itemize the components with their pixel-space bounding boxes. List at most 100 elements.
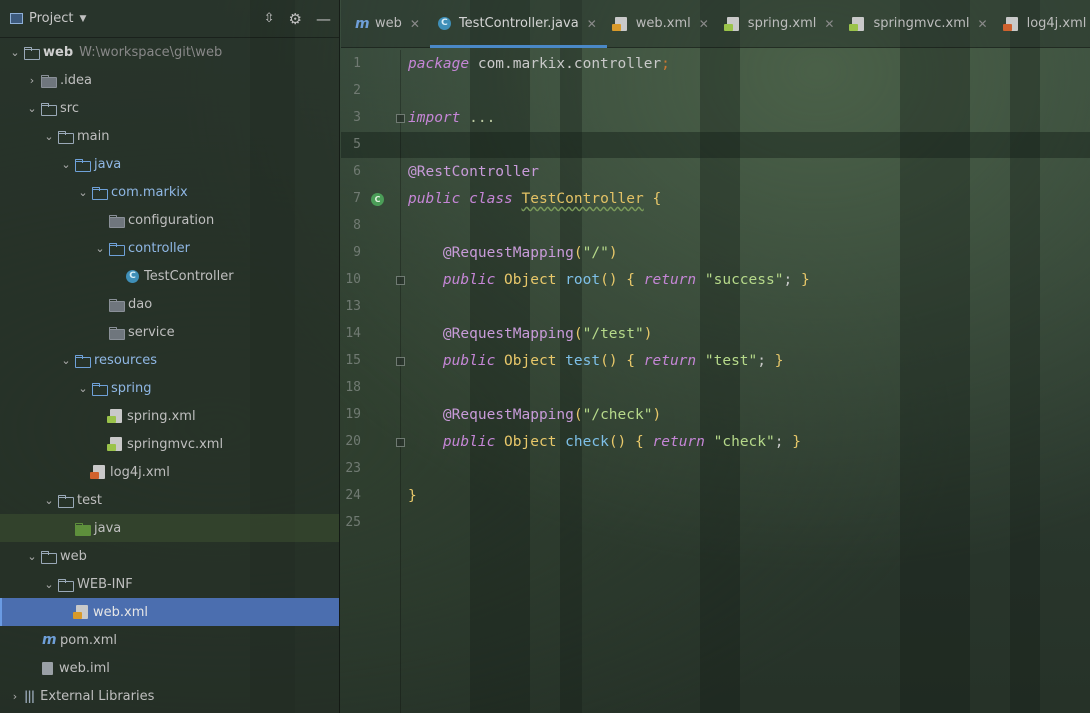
tree-item-spring[interactable]: ⌄ spring (0, 374, 339, 402)
tree-item-label: External Libraries (40, 688, 155, 704)
line-number: 2 (353, 83, 361, 98)
collapse-all-icon[interactable]: ⇳ (264, 11, 275, 26)
tree-item-pom-xml[interactable]: m pom.xml (0, 626, 339, 654)
tree-item-configuration[interactable]: configuration (0, 206, 339, 234)
tree-item-web-project[interactable]: ⌄ web W:\workspace\git\web (0, 38, 339, 66)
tab-web-xml[interactable]: web.xml ✕ (607, 0, 719, 48)
web-xml-icon (73, 605, 88, 619)
spring-xml-icon (723, 16, 739, 31)
chevron-down-icon[interactable]: ⌄ (42, 578, 56, 591)
tab-web[interactable]: m web ✕ (347, 0, 430, 48)
line-number: 10 (345, 272, 361, 287)
close-icon[interactable]: ✕ (824, 17, 834, 31)
gear-icon[interactable]: ⚙ (289, 10, 302, 28)
tab-springmvc-xml[interactable]: springmvc.xml ✕ (844, 0, 997, 48)
tree-item-service[interactable]: service (0, 318, 339, 346)
package-icon (92, 186, 108, 200)
editor: m web ✕ C TestController.java ✕ web.xml … (341, 0, 1090, 713)
tree-item-label: springmvc.xml (127, 436, 224, 452)
line-number: 1 (353, 56, 361, 71)
spring-bean-icon[interactable]: C (371, 193, 384, 206)
minimize-icon[interactable]: — (316, 10, 331, 28)
tree-item-label: main (77, 128, 110, 144)
tab-log4j-xml[interactable]: log4j.xml (998, 0, 1090, 48)
tab-testcontroller[interactable]: C TestController.java ✕ (429, 0, 607, 48)
tree-item-web-iml[interactable]: web.iml (0, 654, 339, 682)
test-folder-icon (75, 522, 91, 536)
chevron-down-icon[interactable]: ⌄ (25, 102, 39, 115)
tree-item-java[interactable]: ⌄ java (0, 150, 339, 178)
tree-item-label: log4j.xml (110, 464, 170, 480)
chevron-down-icon[interactable]: ⌄ (59, 354, 73, 367)
chevron-right-icon[interactable]: › (25, 74, 39, 87)
close-icon[interactable]: ✕ (587, 17, 597, 31)
tree-item-log4j-xml[interactable]: log4j.xml (0, 458, 339, 486)
tree-item-web-dir[interactable]: ⌄ web (0, 542, 339, 570)
fold-marker-icon[interactable] (396, 357, 405, 366)
close-icon[interactable]: ✕ (699, 17, 709, 31)
line-number: 5 (353, 137, 361, 152)
line-number: 15 (345, 353, 361, 368)
code-line: public class TestController { (408, 191, 662, 207)
project-path: W:\workspace\git\web (79, 44, 223, 60)
folder-icon (58, 130, 74, 144)
tree-item-springmvc-xml[interactable]: springmvc.xml (0, 430, 339, 458)
spring-xml-icon (849, 16, 865, 31)
chevron-down-icon[interactable]: ⌄ (93, 242, 107, 255)
chevron-down-icon[interactable]: ⌄ (76, 186, 90, 199)
tree-item-web-inf[interactable]: ⌄ WEB-INF (0, 570, 339, 598)
tree-item-spring-xml[interactable]: spring.xml (0, 402, 339, 430)
tab-spring-xml[interactable]: spring.xml ✕ (719, 0, 845, 48)
package-icon (109, 242, 125, 256)
tree-item-controller[interactable]: ⌄ controller (0, 234, 339, 262)
folder-icon (92, 382, 108, 396)
tree-item-package[interactable]: ⌄ com.markix (0, 178, 339, 206)
tree-item-external-libraries[interactable]: › ||| External Libraries (0, 682, 339, 710)
tree-item-label: com.markix (111, 184, 188, 200)
code-line: public Object root() { return "success";… (442, 272, 810, 288)
fold-marker-icon[interactable] (396, 114, 405, 123)
project-view-selector[interactable]: Project ▼ (10, 11, 86, 26)
code-line: public Object test() { return "test"; } (442, 353, 784, 369)
tree-item-src[interactable]: ⌄ src (0, 94, 339, 122)
tree-item-web-xml[interactable]: web.xml (0, 598, 339, 626)
tab-label: spring.xml (747, 16, 817, 31)
tree-item-idea[interactable]: › .idea (0, 66, 339, 94)
web-xml-icon (611, 16, 627, 31)
code-line: } (408, 488, 417, 504)
tree-item-label: WEB-INF (77, 576, 133, 592)
code-line: @RequestMapping("/") (442, 245, 618, 261)
chevron-down-icon[interactable]: ⌄ (25, 550, 39, 563)
tree-item-dao[interactable]: dao (0, 290, 339, 318)
tree-item-main[interactable]: ⌄ main (0, 122, 339, 150)
chevron-right-icon[interactable]: › (8, 690, 22, 703)
close-icon[interactable]: ✕ (978, 17, 988, 31)
tree-item-testcontroller[interactable]: C TestController (0, 262, 339, 290)
folder-icon (41, 550, 57, 564)
chevron-down-icon[interactable]: ⌄ (76, 382, 90, 395)
code-line: package com.markix.controller; (408, 56, 670, 72)
tree-item-label: test (77, 492, 102, 508)
code-line: import ... (408, 110, 496, 126)
fold-marker-icon[interactable] (396, 438, 405, 447)
folder-icon (24, 46, 40, 60)
fold-marker-icon[interactable] (396, 276, 405, 285)
code-editor[interactable]: 1 2 3 5 6 7 8 9 10 13 14 15 18 19 20 23 … (341, 50, 1090, 713)
tree-item-test-java[interactable]: java (0, 514, 339, 542)
chevron-down-icon[interactable]: ⌄ (42, 494, 56, 507)
spring-xml-icon (107, 409, 122, 423)
code-line: @RequestMapping("/test") (442, 326, 653, 342)
tree-item-label: web.xml (93, 604, 148, 620)
close-icon[interactable]: ✕ (410, 17, 420, 31)
line-number: 18 (345, 380, 361, 395)
code-line: public Object check() { return "check"; … (442, 434, 801, 450)
code-line: @RestController (408, 164, 539, 180)
tree-item-resources[interactable]: ⌄ resources (0, 346, 339, 374)
chevron-down-icon[interactable]: ⌄ (8, 46, 22, 59)
tree-item-label: controller (128, 240, 191, 256)
tree-item-test[interactable]: ⌄ test (0, 486, 339, 514)
editor-tabs: m web ✕ C TestController.java ✕ web.xml … (341, 0, 1090, 48)
chevron-down-icon[interactable]: ⌄ (42, 130, 56, 143)
chevron-down-icon[interactable]: ⌄ (59, 158, 73, 171)
tree-item-label: java (94, 520, 122, 536)
